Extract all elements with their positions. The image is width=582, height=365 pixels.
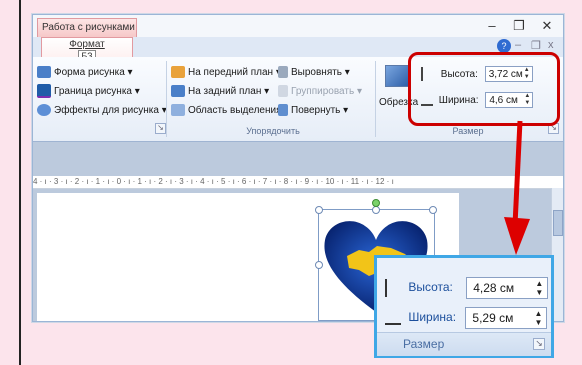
selection-pane-button[interactable]: Область выделения	[171, 103, 282, 119]
height-icon	[385, 278, 401, 297]
callout-group-label: Размер	[403, 337, 445, 351]
align-button[interactable]: Выровнять ▾	[278, 65, 362, 81]
align-label: Выровнять ▾	[291, 67, 350, 78]
help-icon[interactable]: ?	[497, 39, 511, 53]
ribbon-restore-button[interactable]: ❐	[531, 39, 541, 52]
callout-width-value: 5,29 см	[472, 310, 514, 325]
pencil-border-icon	[37, 84, 51, 99]
callout-fields: Высота: 4,28 см ▲ ▼ Ширина: 5,29 см ▲ ▼	[385, 274, 549, 330]
group-icon	[278, 85, 288, 98]
callout-height-label: Высота:	[408, 280, 453, 294]
callout-height-value: 4,28 см	[473, 280, 515, 295]
picture-shape-label: Форма рисунка ▾	[54, 67, 133, 78]
selection-pane-icon	[171, 104, 185, 117]
picture-shape-button[interactable]: Форма рисунка ▾	[37, 65, 167, 81]
context-tab-picture-tools[interactable]: Работа с рисунками	[37, 18, 137, 37]
ribbon-close-button[interactable]: x	[548, 39, 554, 51]
rotate-handle[interactable]	[372, 199, 380, 207]
maximize-button[interactable]: ❐	[508, 17, 530, 35]
zoomed-size-callout: Высота: 4,28 см ▲ ▼ Ширина: 5,29 см ▲ ▼ Разм…	[374, 255, 554, 358]
callout-width-spinner[interactable]: 5,29 см ▲ ▼	[465, 306, 548, 329]
size-dialog-launcher-icon[interactable]: ↘	[533, 338, 545, 350]
tab-format-label: Формат	[69, 39, 105, 50]
group-divider	[166, 61, 167, 137]
send-backward-label: На задний план ▾	[188, 86, 270, 97]
align-icon	[278, 66, 288, 79]
resize-handle[interactable]	[429, 206, 437, 214]
send-backward-icon	[171, 85, 185, 98]
resize-handle[interactable]	[315, 261, 323, 269]
close-button[interactable]: ✕	[536, 17, 558, 35]
scrollbar-thumb[interactable]	[553, 210, 563, 236]
rotate-button[interactable]: Повернуть ▾	[278, 103, 362, 119]
arrange-group-left: На передний план ▾ На задний план ▾ Обла…	[171, 65, 282, 119]
crop-button[interactable]	[383, 63, 409, 93]
effects-icon	[37, 104, 51, 117]
bring-forward-button[interactable]: На передний план ▾	[171, 65, 282, 81]
picture-effects-button[interactable]: Эффекты для рисунка ▾	[37, 103, 167, 119]
bring-forward-icon	[171, 66, 185, 79]
crop-icon	[385, 65, 409, 87]
send-backward-button[interactable]: На задний план ▾	[171, 84, 282, 100]
rotate-label: Повернуть ▾	[291, 105, 349, 116]
picture-styles-group: Форма рисунка ▾ Граница рисунка ▾ Эффект…	[37, 65, 167, 119]
shape-icon	[37, 66, 51, 79]
minimize-button[interactable]: –	[481, 17, 503, 35]
callout-height-spinner[interactable]: 4,28 см ▲ ▼	[466, 276, 549, 299]
width-icon	[385, 311, 401, 325]
horizontal-ruler: 4 · ı · 3 · ı · 2 · ı · 1 · ı · 0 · ı · …	[33, 176, 563, 189]
picture-border-button[interactable]: Граница рисунка ▾	[37, 84, 167, 100]
picture-effects-label: Эффекты для рисунка ▾	[54, 105, 167, 116]
callout-width-label: Ширина:	[408, 310, 457, 324]
callout-height-row: Высота: 4,28 см ▲ ▼	[385, 274, 549, 300]
rotate-icon	[278, 104, 288, 117]
arrange-group-label: Упорядочить	[246, 126, 300, 136]
callout-width-row: Ширина: 5,29 см ▲ ▼	[385, 304, 548, 330]
resize-handle[interactable]	[372, 206, 380, 214]
spin-arrows-icon[interactable]: ▲ ▼	[535, 279, 543, 297]
callout-footer: Размер ↘	[377, 332, 551, 356]
selection-pane-label: Область выделения	[188, 105, 282, 116]
picture-border-label: Граница рисунка ▾	[54, 86, 140, 97]
arrange-group-right: Выровнять ▾ Группировать ▾ Повернуть ▾	[278, 65, 362, 119]
red-arrow-icon	[504, 120, 530, 255]
bring-forward-label: На передний план ▾	[188, 67, 281, 78]
group-label: Группировать ▾	[291, 86, 362, 97]
resize-handle[interactable]	[315, 206, 323, 214]
group-divider	[375, 61, 376, 137]
ribbon-minimize-button[interactable]: –	[515, 39, 521, 51]
margin-rule	[19, 0, 21, 365]
spin-arrows-icon[interactable]: ▲ ▼	[534, 309, 542, 327]
group-button[interactable]: Группировать ▾	[278, 84, 362, 100]
styles-dialog-launcher-icon[interactable]: ↘	[155, 123, 166, 134]
